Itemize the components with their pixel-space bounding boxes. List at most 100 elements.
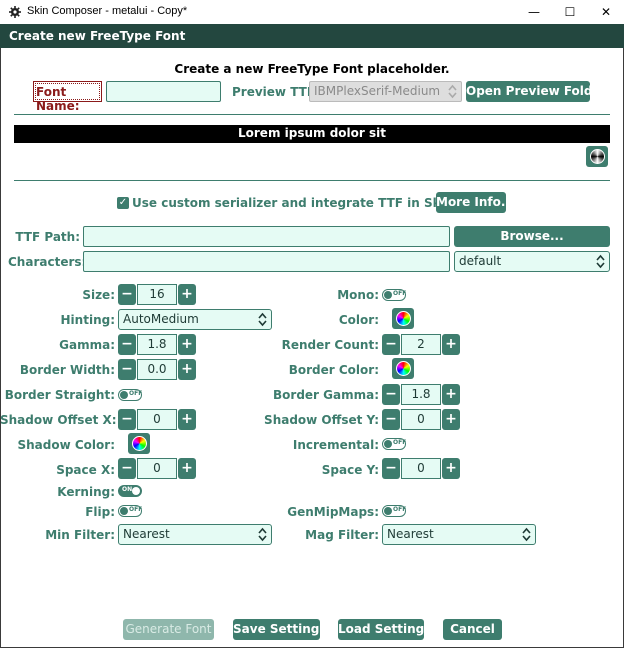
divider <box>14 180 610 181</box>
minimize-button[interactable]: — <box>516 0 552 24</box>
toggle-state: OFF <box>129 390 143 397</box>
cancel-button[interactable]: Cancel <box>443 619 502 640</box>
preview-text: Lorem ipsum dolor sit <box>14 125 610 143</box>
characters-label: Characters: <box>8 255 87 269</box>
shadow-offset-x-increment-button[interactable]: + <box>178 409 196 430</box>
border-gamma-spinner: − 1.8 + <box>382 384 460 405</box>
render-count-increment-button[interactable]: + <box>442 334 460 355</box>
gen-mip-maps-toggle[interactable]: OFF <box>382 505 406 517</box>
render-count-label: Render Count: <box>281 338 379 352</box>
border-width-increment-button[interactable]: + <box>178 359 196 380</box>
render-count-value[interactable]: 2 <box>401 334 441 355</box>
border-width-label: Border Width: <box>19 363 115 377</box>
flip-toggle[interactable]: OFF <box>118 505 142 517</box>
toggle-state: OFF <box>129 506 143 513</box>
shadow-color-button[interactable] <box>128 433 150 454</box>
shadow-offset-y-increment-button[interactable]: + <box>442 409 460 430</box>
shadow-offset-y-spinner: − 0 + <box>382 409 460 430</box>
shadow-offset-x-decrement-button[interactable]: − <box>118 409 136 430</box>
shadow-offset-x-label: Shadow Offset X: <box>0 413 117 427</box>
incremental-toggle[interactable]: OFF <box>382 438 406 450</box>
serializer-checkbox[interactable]: ✓ <box>117 197 129 209</box>
open-preview-folder-button[interactable]: Open Preview Folder <box>466 81 607 102</box>
select-arrows-icon <box>596 254 605 269</box>
gen-mip-maps-label: GenMipMaps: <box>287 505 379 519</box>
hinting-value: AutoMedium <box>123 312 199 326</box>
mag-filter-label: Mag Filter: <box>305 528 379 542</box>
mono-toggle[interactable]: OFF <box>382 289 406 301</box>
color-wheel-icon <box>395 311 411 326</box>
characters-preset-select[interactable]: default <box>454 251 610 272</box>
ttf-path-label: TTF Path: <box>15 230 80 244</box>
kerning-label: Kerning: <box>57 485 115 499</box>
kerning-toggle[interactable]: ON <box>118 485 142 497</box>
color-button[interactable] <box>392 308 414 329</box>
border-gamma-value[interactable]: 1.8 <box>401 384 441 405</box>
size-increment-button[interactable]: + <box>178 284 196 305</box>
shadow-offset-y-value[interactable]: 0 <box>401 409 441 430</box>
space-y-value[interactable]: 0 <box>401 458 441 479</box>
shadow-offset-y-label: Shadow Offset Y: <box>264 413 379 427</box>
preview-color-button[interactable] <box>586 146 608 167</box>
save-settings-button[interactable]: Save Settings <box>233 619 327 640</box>
color-wheel-icon <box>395 361 411 376</box>
size-decrement-button[interactable]: − <box>118 284 136 305</box>
space-y-increment-button[interactable]: + <box>442 458 460 479</box>
space-y-decrement-button[interactable]: − <box>382 458 400 479</box>
hinting-select[interactable]: AutoMedium <box>118 309 272 330</box>
min-filter-select[interactable]: Nearest <box>118 524 272 545</box>
border-width-decrement-button[interactable]: − <box>118 359 136 380</box>
more-info-button[interactable]: More Info... <box>436 192 515 213</box>
size-value[interactable]: 16 <box>137 284 177 305</box>
shadow-offset-y-decrement-button[interactable]: − <box>382 409 400 430</box>
toggle-knob <box>120 507 128 515</box>
dialog-title: Create new FreeType Font <box>0 24 624 48</box>
select-arrows-icon <box>448 84 457 99</box>
app-gear-icon <box>9 6 21 18</box>
generate-font-button[interactable]: Generate Font <box>123 619 214 640</box>
characters-preset-value: default <box>459 254 502 268</box>
font-name-label: Font Name: <box>33 81 102 113</box>
color-wheel-icon <box>131 436 147 451</box>
gamma-increment-button[interactable]: + <box>178 334 196 355</box>
border-width-spinner: − 0.0 + <box>118 359 196 380</box>
size-spinner: − 16 + <box>118 284 196 305</box>
border-color-button[interactable] <box>392 358 414 379</box>
shadow-offset-x-value[interactable]: 0 <box>137 409 177 430</box>
space-x-decrement-button[interactable]: − <box>118 458 136 479</box>
gamma-label: Gamma: <box>59 338 115 352</box>
font-name-input[interactable] <box>106 81 221 102</box>
space-y-label: Space Y: <box>321 463 379 477</box>
load-settings-button[interactable]: Load Settings <box>338 619 431 640</box>
gamma-decrement-button[interactable]: − <box>118 334 136 355</box>
maximize-button[interactable]: ☐ <box>552 0 588 24</box>
render-count-spinner: − 2 + <box>382 334 460 355</box>
window-title: Skin Composer - metalui - Copy* <box>27 5 188 17</box>
preview-ttf-select[interactable]: IBMPlexSerif-Medium <box>309 81 462 102</box>
toggle-knob <box>384 507 392 515</box>
render-count-decrement-button[interactable]: − <box>382 334 400 355</box>
toggle-knob <box>384 291 392 299</box>
shadow-color-label: Shadow Color: <box>17 438 115 452</box>
characters-input[interactable] <box>83 251 450 272</box>
size-label: Size: <box>82 288 115 302</box>
gamma-spinner: − 1.8 + <box>118 334 196 355</box>
mag-filter-select[interactable]: Nearest <box>382 524 536 545</box>
mag-filter-value: Nearest <box>387 527 434 541</box>
space-x-value[interactable]: 0 <box>137 458 177 479</box>
space-x-increment-button[interactable]: + <box>178 458 196 479</box>
border-straight-toggle[interactable]: OFF <box>118 389 142 401</box>
border-gamma-increment-button[interactable]: + <box>442 384 460 405</box>
border-straight-label: Border Straight: <box>4 388 115 402</box>
close-button[interactable]: ✕ <box>588 0 624 24</box>
browse-button[interactable]: Browse... <box>454 226 610 247</box>
select-arrows-icon <box>522 527 531 542</box>
border-width-value[interactable]: 0.0 <box>137 359 177 380</box>
dialog-heading: Create a new FreeType Font placeholder. <box>174 62 450 76</box>
border-gamma-decrement-button[interactable]: − <box>382 384 400 405</box>
gamma-value[interactable]: 1.8 <box>137 334 177 355</box>
ttf-path-input[interactable] <box>83 226 450 247</box>
space-y-spinner: − 0 + <box>382 458 460 479</box>
preview-ttf-value: IBMPlexSerif-Medium <box>314 84 441 98</box>
bw-color-wheel-icon <box>589 149 605 164</box>
